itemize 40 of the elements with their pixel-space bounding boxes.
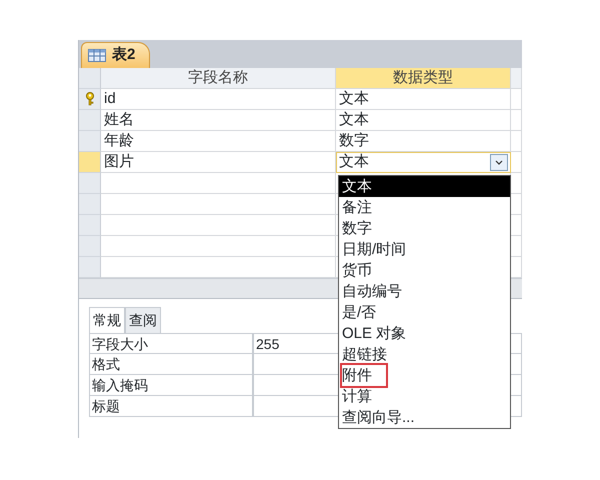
data-type-cell[interactable]: 数字 [336,131,511,152]
field-name-cell[interactable]: 年龄 [101,131,336,152]
dropdown-option[interactable]: 附件 [339,365,510,386]
description-cell[interactable] [511,110,522,131]
property-tab[interactable]: 查阅 [125,307,161,333]
property-label: 字段大小 [89,333,253,354]
field-name-cell[interactable]: 姓名 [101,110,336,131]
dropdown-option[interactable]: 货币 [339,260,510,281]
property-label: 标题 [89,396,253,417]
column-header[interactable]: 字段名称 [101,68,336,89]
document-tab[interactable]: 表2 [81,42,150,68]
column-header[interactable]: 数据类型 [336,68,511,89]
dropdown-option[interactable]: 文本 [339,176,510,197]
table-icon [88,49,106,62]
key-icon [84,92,94,106]
description-cell[interactable] [511,131,522,152]
dropdown-option[interactable]: 数字 [339,218,510,239]
dropdown-option[interactable]: 自动编号 [339,281,510,302]
dropdown-option[interactable]: 日期/时间 [339,239,510,260]
data-type-combo[interactable]: 文本 [336,152,511,173]
caret-icon [495,160,503,164]
dropdown-option[interactable]: 备注 [339,197,510,218]
property-tab[interactable]: 常规 [89,307,125,333]
data-type-cell[interactable]: 文本 [336,89,511,110]
property-label: 格式 [89,354,253,375]
field-name-cell[interactable]: 图片 [101,152,336,173]
description-cell[interactable] [511,152,522,173]
dropdown-option[interactable]: 超链接 [339,344,510,365]
property-label: 输入掩码 [89,375,253,396]
type-dropdown-list[interactable]: 文本 备注 数字 日期/时间 货币 自动编号 是/否 OLE 对象 超链接 附件 计算 查阅向导... [338,175,511,429]
dropdown-button[interactable] [490,154,508,170]
dropdown-option[interactable]: 查阅向导... [339,407,510,428]
dropdown-option[interactable]: OLE 对象 [339,323,510,344]
dropdown-option[interactable]: 计算 [339,386,510,407]
description-cell[interactable] [511,89,522,110]
dropdown-option[interactable]: 是/否 [339,302,510,323]
data-type-cell[interactable]: 文本 [336,110,511,131]
column-header[interactable] [511,68,522,89]
row-selector[interactable] [79,89,101,110]
field-name-cell[interactable]: id [101,89,336,110]
